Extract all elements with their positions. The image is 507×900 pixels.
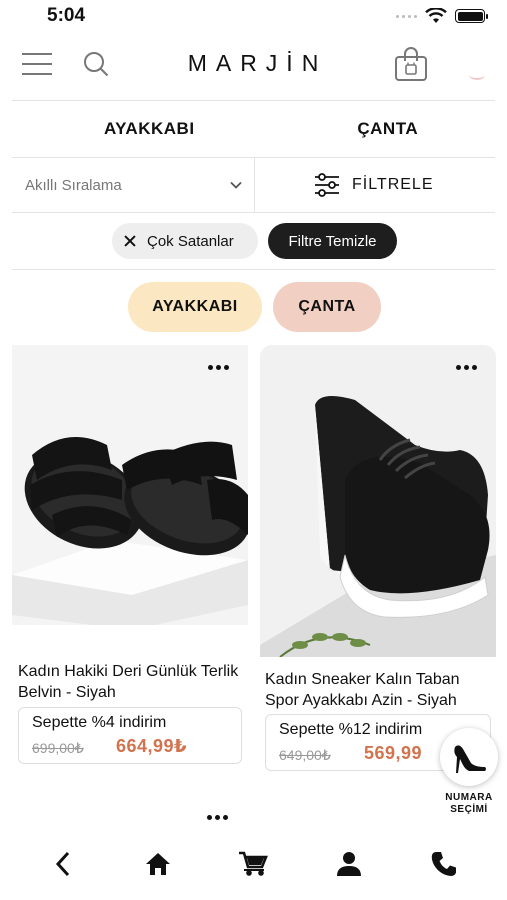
tab-canta[interactable]: ÇANTA xyxy=(269,101,507,157)
cart-icon xyxy=(239,851,269,876)
nav-back[interactable] xyxy=(38,839,88,889)
app-header: MARJİN xyxy=(0,40,507,90)
shopping-bag-icon[interactable] xyxy=(394,46,428,82)
close-icon[interactable] xyxy=(122,233,138,249)
decorative-badge xyxy=(469,70,485,80)
high-heel-icon xyxy=(454,745,486,773)
pill-ayakkabi[interactable]: AYAKKABI xyxy=(128,282,262,332)
nav-cart[interactable] xyxy=(228,839,278,889)
more-options-icon[interactable] xyxy=(207,815,228,820)
filter-chip-label: Çok Satanlar xyxy=(147,232,234,250)
nav-account[interactable] xyxy=(324,839,374,889)
back-icon xyxy=(55,851,69,877)
status-bar: 5:04 xyxy=(0,0,507,34)
new-price: 569,99 xyxy=(364,743,423,763)
filter-button-label: FİLTRELE xyxy=(352,176,434,193)
quick-category-pills: AYAKKABI ÇANTA xyxy=(0,282,507,332)
product-image-sneaker[interactable] xyxy=(260,345,496,657)
old-price: 699,00₺ xyxy=(32,740,84,756)
filter-chip-cok-satanlar[interactable]: Çok Satanlar xyxy=(112,223,258,259)
bottom-navigation xyxy=(0,828,507,900)
filter-sliders-icon xyxy=(315,173,339,197)
tab-ayakkabi[interactable]: AYAKKABI xyxy=(0,101,269,157)
more-options-icon[interactable] xyxy=(208,365,229,370)
size-selection-button[interactable] xyxy=(440,728,498,786)
size-selection-widget[interactable]: NUMARA SEÇİMİ xyxy=(440,728,498,818)
new-price: 664,99₺ xyxy=(116,736,188,756)
sort-select[interactable]: Akıllı Sıralama xyxy=(25,158,243,212)
promo-text: Sepette %12 indirim xyxy=(279,721,423,738)
sort-select-label: Akıllı Sıralama xyxy=(25,176,122,194)
status-icons xyxy=(396,8,488,24)
old-price: 649,00₺ xyxy=(279,747,331,763)
divider xyxy=(12,269,495,270)
clear-filters-button[interactable]: Filtre Temizle xyxy=(268,223,397,259)
divider xyxy=(12,212,495,213)
user-icon xyxy=(336,852,361,876)
category-tabs: AYAKKABI ÇANTA xyxy=(0,101,507,157)
phone-icon xyxy=(432,852,457,876)
status-time: 5:04 xyxy=(47,5,86,26)
wifi-icon xyxy=(425,8,447,23)
active-filters: Çok Satanlar Filtre Temizle xyxy=(0,223,507,259)
price-box: Sepette %4 indirim 699,00₺ 664,99₺ xyxy=(18,707,242,764)
filter-button[interactable]: FİLTRELE xyxy=(314,158,434,212)
pill-canta[interactable]: ÇANTA xyxy=(273,282,381,332)
product-title[interactable]: Kadın Sneaker Kalın Taban Spor Ayakkabı … xyxy=(265,669,496,711)
nav-home[interactable] xyxy=(133,839,183,889)
home-icon xyxy=(146,853,171,875)
product-card[interactable]: Kadın Hakiki Deri Günlük Terlik Belvin -… xyxy=(12,345,248,765)
divider xyxy=(254,158,255,212)
product-card[interactable]: Kadın Sneaker Kalın Taban Spor Ayakkabı … xyxy=(260,345,496,775)
product-title[interactable]: Kadın Hakiki Deri Günlük Terlik Belvin -… xyxy=(18,661,248,703)
chevron-down-icon xyxy=(230,181,242,189)
brand-logo[interactable]: MARJİN xyxy=(0,50,507,77)
nav-contact[interactable] xyxy=(419,839,469,889)
more-options-icon[interactable] xyxy=(456,365,477,370)
signal-icon xyxy=(396,14,417,18)
product-image-sandals[interactable] xyxy=(12,345,248,625)
sort-filter-bar: Akıllı Sıralama FİLTRELE xyxy=(0,158,507,212)
battery-icon xyxy=(455,9,488,23)
size-selection-label: NUMARA SEÇİMİ xyxy=(445,792,493,815)
promo-text: Sepette %4 indirim xyxy=(32,714,167,731)
